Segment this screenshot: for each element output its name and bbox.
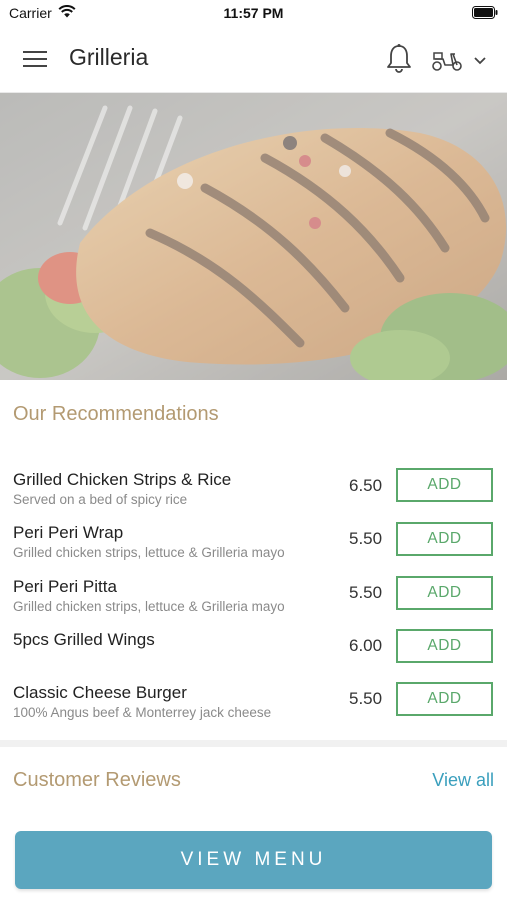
item-name: Grilled Chicken Strips & Rice: [13, 470, 232, 489]
item-description: Served on a bed of spicy rice: [13, 492, 188, 507]
hero-image: [0, 93, 507, 380]
status-time: 11:57 PM: [223, 5, 284, 21]
item-name: Classic Cheese Burger: [13, 683, 187, 702]
item-name: 5pcs Grilled Wings: [13, 630, 155, 649]
reviews-title: Customer Reviews: [13, 769, 181, 791]
battery-icon: [472, 6, 498, 19]
item-name: Peri Peri Pitta: [13, 577, 117, 596]
section-divider: [0, 740, 507, 747]
item-description: Grilled chicken strips, lettuce & Grille…: [13, 599, 285, 614]
view-all-link[interactable]: View all: [432, 770, 494, 791]
list-item: 5pcs Grilled Wings 6.00 ADD: [0, 629, 507, 683]
add-button[interactable]: ADD: [396, 629, 493, 663]
status-bar: Carrier 11:57 PM: [0, 0, 507, 26]
menu-icon[interactable]: [22, 48, 48, 70]
add-button[interactable]: ADD: [396, 576, 493, 610]
item-price: 5.50: [349, 529, 383, 548]
list-item: Grilled Chicken Strips & Rice Served on …: [0, 468, 507, 523]
item-description: 100% Angus beef & Monterrey jack cheese: [13, 705, 272, 720]
page-title: Grilleria: [69, 44, 149, 70]
chevron-down-icon[interactable]: [472, 54, 488, 66]
list-item: Peri Peri Wrap Grilled chicken strips, l…: [0, 522, 507, 576]
list-item: Peri Peri Pitta Grilled chicken strips, …: [0, 576, 507, 630]
item-name: Peri Peri Wrap: [13, 523, 124, 542]
list-item: Classic Cheese Burger 100% Angus beef & …: [0, 682, 507, 736]
add-button[interactable]: ADD: [396, 468, 493, 502]
add-button[interactable]: ADD: [396, 522, 493, 556]
add-button[interactable]: ADD: [396, 682, 493, 716]
item-price: 5.50: [349, 583, 383, 602]
item-price: 6.50: [349, 476, 383, 495]
item-price: 5.50: [349, 689, 383, 708]
scooter-icon[interactable]: [431, 48, 463, 72]
bell-icon[interactable]: [384, 43, 414, 75]
nav-bar: Grilleria: [0, 26, 507, 93]
view-menu-button[interactable]: VIEW MENU: [15, 831, 492, 889]
item-description: Grilled chicken strips, lettuce & Grille…: [13, 545, 285, 560]
item-price: 6.00: [349, 636, 383, 655]
recommendations-title: Our Recommendations: [13, 403, 219, 425]
